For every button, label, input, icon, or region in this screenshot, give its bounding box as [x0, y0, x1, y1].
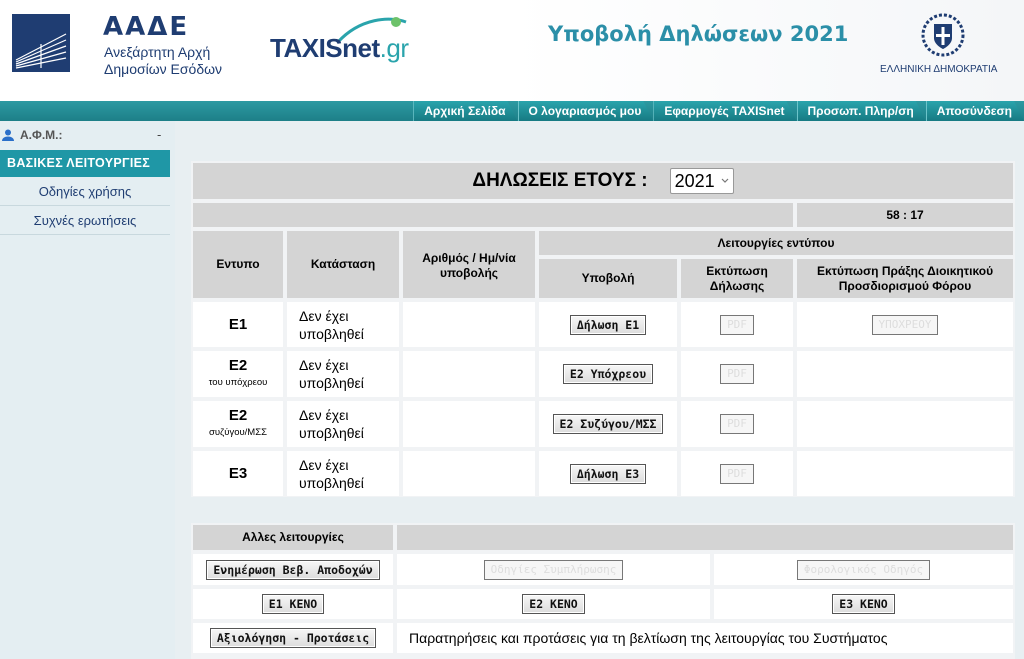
print-e2-spouse-pdf-button[interactable]: PDF [720, 414, 754, 434]
guide-cell: Οδηγίες Συμπλήρωσης [397, 554, 710, 585]
greek-emblem-icon [921, 13, 965, 57]
col-submit: Υποβολή [539, 259, 677, 298]
top-navbar: Αρχική Σελίδα Ο λογαριασμός μου Εφαρμογέ… [0, 101, 1024, 121]
year-select[interactable]: 2021 [669, 168, 734, 194]
print-act-button[interactable]: ΥΠΟΧΡΕΟΥ [871, 314, 939, 335]
row-e3-number [403, 451, 535, 496]
other-functions-panel: Αλλες λειτουργίες Ενημέρωση Βεβ. Αποδοχώ… [191, 523, 1015, 659]
afm-value: - [157, 128, 162, 142]
submit-e2-button[interactable]: Ε2 Υπόχρεου [562, 364, 654, 384]
e1-blank-button[interactable]: Ε1 ΚΕΝΟ [261, 594, 325, 614]
org-name-line1: Ανεξάρτητη Αρχή [104, 44, 211, 60]
update-cell: Ενημέρωση Βεβ. Αποδοχών [193, 554, 393, 585]
org-name-line2: Δημοσίων Εσόδων [104, 61, 223, 77]
taxisnet-logo-gr: .gr [379, 33, 409, 63]
col-functions: Λειτουργίες εντύπου [539, 231, 1013, 255]
e3-blank-cell: Ε3 ΚΕΝΟ [714, 589, 1013, 619]
row-e2s-act-cell [797, 401, 1013, 447]
nav-logout[interactable]: Αποσύνδεση [926, 101, 1024, 121]
row-e2s-print-cell: PDF [681, 401, 793, 447]
year-select-value: 2021 [674, 170, 715, 191]
row-e2s-form: Ε2 συζύγου/ΜΣΣ [193, 401, 283, 447]
main-content: ΔΗΛΩΣΕΙΣ ΕΤΟΥΣ : 2021 58 : 17 Εντυπο Κατ… [175, 121, 1024, 659]
aade-logo [12, 14, 70, 72]
other-functions-bar [397, 525, 1013, 550]
eval-cell: Αξιολόγηση - Προτάσεις [193, 623, 393, 653]
session-timer: 58 : 17 [797, 203, 1013, 227]
afm-row: Α.Φ.Μ.: [2, 128, 63, 142]
row-e2s-code: Ε2 [228, 407, 248, 424]
declarations-heading-row: ΔΗΛΩΣΕΙΣ ΕΤΟΥΣ : 2021 [193, 163, 1013, 199]
sidebar-item-faq[interactable]: Συχνές ερωτήσεις [0, 207, 170, 235]
submit-e2-spouse-button[interactable]: Ε2 Συζύγου/ΜΣΣ [552, 414, 664, 434]
row-e2-code: Ε2 [228, 357, 248, 374]
row-e2-print-cell: PDF [681, 351, 793, 397]
sidebar-item-instructions[interactable]: Οδηγίες χρήσης [0, 178, 170, 206]
row-e2-act-cell [797, 351, 1013, 397]
row-e3-form: Ε3 [193, 451, 283, 496]
row-e2-form: Ε2 του υπόχρεου [193, 351, 283, 397]
tax-guide-button[interactable]: Φορολογικός Οδηγός [796, 559, 931, 580]
page-title: Υποβολή Δηλώσεων 2021 [548, 22, 849, 46]
row-e1-status: Δεν έχει υποβληθεί [287, 302, 399, 347]
afm-label: Α.Φ.Μ.: [20, 128, 63, 142]
blank-bar [193, 203, 793, 227]
col-print: Εκτύπωση Δήλωσης [681, 259, 793, 298]
row-e1-submit-cell: Δήλωση Ε1 [539, 302, 677, 347]
row-e2-submit-cell: Ε2 Υπόχρεου [539, 351, 677, 397]
print-e1-pdf-button[interactable]: PDF [720, 314, 754, 335]
tax-guide-cell: Φορολογικός Οδηγός [714, 554, 1013, 585]
fill-instructions-button[interactable]: Οδηγίες Συμπλήρωσης [483, 559, 624, 580]
e1-blank-cell: Ε1 ΚΕΝΟ [193, 589, 393, 619]
col-number: Αριθμός / Ημ/νία υποβολής [403, 231, 535, 298]
row-e2s-subtitle: συζύγου/ΜΣΣ [209, 427, 267, 438]
republic-label: ΕΛΛΗΝΙΚΗ ΔΗΜΟΚΡΑΤΙΑ [880, 64, 998, 75]
row-e3-print-cell: PDF [681, 451, 793, 496]
update-income-button[interactable]: Ενημέρωση Βεβ. Αποδοχών [206, 559, 380, 580]
submit-e3-button[interactable]: Δήλωση Ε3 [569, 463, 647, 484]
row-e1-print-cell: PDF [681, 302, 793, 347]
row-e3-code: Ε3 [228, 465, 248, 482]
row-e2-subtitle: του υπόχρεου [208, 377, 268, 388]
submit-e1-button[interactable]: Δήλωση Ε1 [569, 314, 647, 335]
sidebar: Α.Φ.Μ.: - ΒΑΣΙΚΕΣ ΛΕΙΤΟΥΡΓΙΕΣ Οδηγίες χρ… [0, 121, 175, 659]
row-e1-form: Ε1 [193, 302, 283, 347]
row-e2-status: Δεν έχει υποβληθεί [287, 351, 399, 397]
nav-my-account[interactable]: Ο λογαριασμός μου [518, 101, 654, 121]
e3-blank-button[interactable]: Ε3 ΚΕΝΟ [832, 594, 895, 614]
page-header: ΑΑΔΕ Ανεξάρτητη Αρχή Δημοσίων Εσόδων TAX… [0, 0, 1024, 101]
row-e2s-submit-cell: Ε2 Συζύγου/ΜΣΣ [539, 401, 677, 447]
nav-home[interactable]: Αρχική Σελίδα [413, 101, 517, 121]
user-icon [2, 129, 14, 141]
row-e1-code: Ε1 [228, 316, 248, 333]
chevron-down-icon [721, 178, 729, 183]
row-e3-status: Δεν έχει υποβληθεί [287, 451, 399, 496]
row-e2s-status: Δεν έχει υποβληθεί [287, 401, 399, 447]
taxisnet-logo: TAXISnet.gr [270, 33, 409, 64]
taxisnet-logo-text: TAXISnet [270, 33, 380, 63]
nav-taxisnet-apps[interactable]: Εφαρμογές TAXISnet [653, 101, 796, 121]
col-form: Εντυπο [193, 231, 283, 298]
col-print-act: Εκτύπωση Πράξης Διοικητικού Προσδιορισμο… [797, 259, 1013, 298]
col-status: Κατάσταση [287, 231, 399, 298]
row-e2s-number [403, 401, 535, 447]
declarations-panel: ΔΗΛΩΣΕΙΣ ΕΤΟΥΣ : 2021 58 : 17 Εντυπο Κατ… [191, 161, 1015, 497]
row-e1-act-cell: ΥΠΟΧΡΕΟΥ [797, 302, 1013, 347]
other-functions-heading: Αλλες λειτουργίες [193, 525, 393, 550]
row-e3-act-cell [797, 451, 1013, 496]
nav-personalization[interactable]: Προσωπ. Πληρ/ση [797, 101, 926, 121]
row-e1-number [403, 302, 535, 347]
evaluation-button[interactable]: Αξιολόγηση - Προτάσεις [209, 628, 377, 648]
row-e3-submit-cell: Δήλωση Ε3 [539, 451, 677, 496]
evaluation-text: Παρατηρήσεις και προτάσεις για τη βελτίω… [397, 623, 1013, 653]
declarations-heading: ΔΗΛΩΣΕΙΣ ΕΤΟΥΣ : [472, 170, 648, 191]
print-e2-pdf-button[interactable]: PDF [720, 364, 754, 384]
row-e2-number [403, 351, 535, 397]
org-short-name: ΑΑΔΕ [103, 12, 190, 42]
e2-blank-button[interactable]: Ε2 ΚΕΝΟ [522, 594, 585, 614]
sidebar-section-title: ΒΑΣΙΚΕΣ ΛΕΙΤΟΥΡΓΙΕΣ [0, 150, 170, 177]
e2-blank-cell: Ε2 ΚΕΝΟ [397, 589, 710, 619]
print-e3-pdf-button[interactable]: PDF [720, 463, 754, 484]
